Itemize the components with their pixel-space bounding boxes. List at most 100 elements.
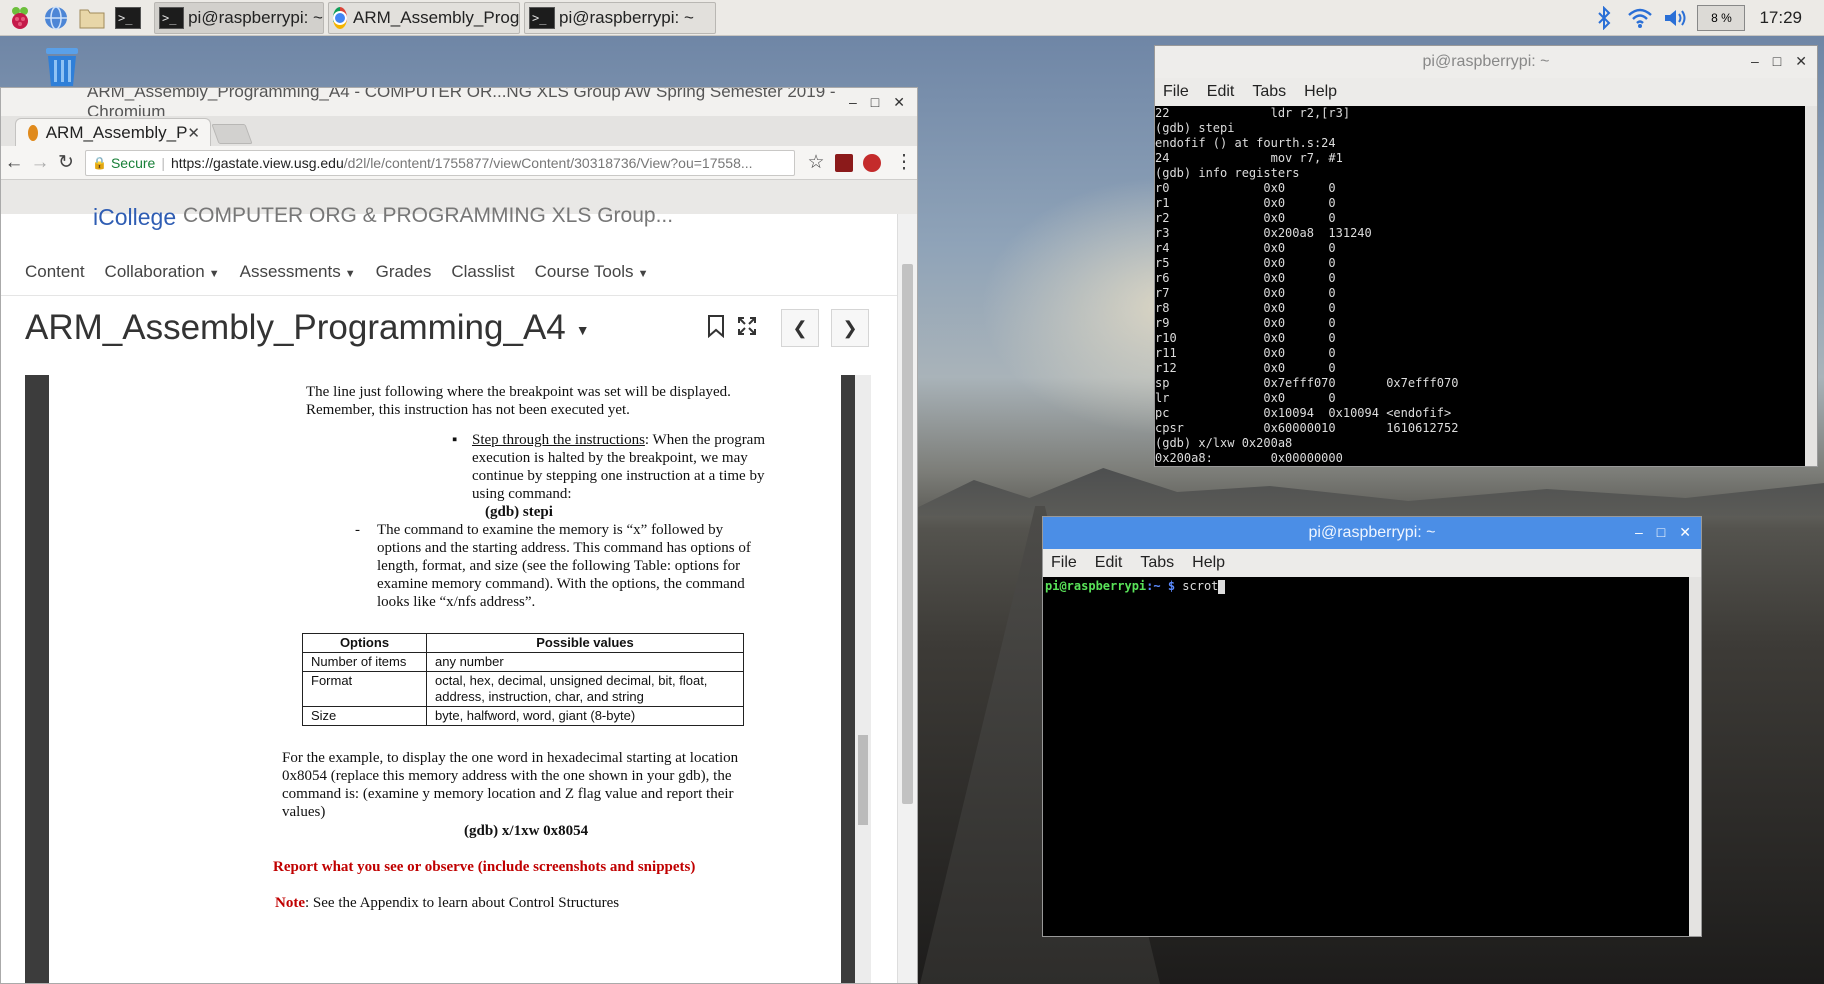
terminal-titlebar[interactable]: pi@raspberrypi: ~ – □ ✕ <box>1155 46 1817 78</box>
nav-assessments[interactable]: Assessments ▼ <box>240 262 356 282</box>
chromium-titlebar[interactable]: ARM_Assembly_Programming_A4 - COMPUTER O… <box>1 88 917 121</box>
menu-tabs[interactable]: Tabs <box>1140 554 1174 572</box>
example-line: values) <box>282 804 326 820</box>
terminal-window-active: pi@raspberrypi: ~ – □ ✕ File Edit Tabs H… <box>1042 516 1702 937</box>
terminal-line: r10 0x0 0 <box>1155 331 1336 345</box>
bullet-heading: Step through the instructions <box>472 432 645 448</box>
bluetooth-icon[interactable] <box>1589 3 1619 33</box>
scrollbar-thumb[interactable] <box>902 264 913 804</box>
reload-icon[interactable]: ↻ <box>53 151 79 174</box>
viewer-scrollbar[interactable] <box>855 375 871 983</box>
wifi-icon[interactable] <box>1625 3 1655 33</box>
taskbar-task-terminal-1[interactable]: >_ pi@raspberrypi: ~ <box>154 1 324 34</box>
file-manager-launcher-icon[interactable] <box>76 3 108 33</box>
prompt-path: :~ $ <box>1146 579 1176 593</box>
bookmark-icon[interactable] <box>707 314 725 343</box>
forward-icon[interactable]: → <box>27 152 53 174</box>
table-cell: Number of items <box>302 652 427 672</box>
menu-help[interactable]: Help <box>1192 554 1225 572</box>
maximize-icon[interactable]: □ <box>871 94 879 111</box>
terminal-scrollbar[interactable] <box>1689 577 1701 936</box>
command-input[interactable]: scrot <box>1175 579 1218 593</box>
icollege-logo[interactable]: iCollege <box>93 204 176 231</box>
terminal-line: r9 0x0 0 <box>1155 316 1336 330</box>
close-icon[interactable]: ✕ <box>893 94 905 111</box>
browser-tab[interactable]: ARM_Assembly_P ✕ <box>15 118 211 146</box>
bookmark-star-icon[interactable]: ☆ <box>803 151 829 174</box>
raspberry-menu-icon[interactable] <box>4 3 36 33</box>
examine-line: examine memory command). With the option… <box>377 576 745 592</box>
menu-file[interactable]: File <box>1163 83 1189 101</box>
document-page: The line just following where the breakp… <box>49 375 841 983</box>
ublock-icon[interactable] <box>863 153 881 172</box>
menu-kebab-icon[interactable]: ⋮ <box>891 151 917 174</box>
taskbar-task-chromium[interactable]: ARM_Assembly_Prog... <box>328 1 520 34</box>
terminal-output[interactable]: 22 ldr r2,[r3] (gdb) stepi endofif () at f… <box>1155 106 1805 466</box>
address-bar[interactable]: 🔒 Secure | https://gastate.view.usg.edu … <box>85 149 795 176</box>
menu-file[interactable]: File <box>1051 554 1077 572</box>
menu-edit[interactable]: Edit <box>1207 83 1235 101</box>
back-icon[interactable]: ← <box>1 152 27 174</box>
terminal-line: r3 0x200a8 131240 <box>1155 226 1372 240</box>
chevron-left-icon: ❮ <box>792 317 808 338</box>
close-tab-icon[interactable]: ✕ <box>187 124 200 142</box>
maximize-icon[interactable]: □ <box>1773 53 1781 70</box>
system-tray: 8 % 17:29 <box>1589 0 1824 36</box>
fullscreen-icon[interactable] <box>737 316 757 341</box>
menu-tabs[interactable]: Tabs <box>1252 83 1286 101</box>
volume-icon[interactable] <box>1661 3 1691 33</box>
page-scrollbar[interactable] <box>897 214 917 983</box>
page-title[interactable]: ARM_Assembly_Programming_A4 ▼ <box>25 308 590 348</box>
example-line: 0x8054 (replace this memory address with… <box>282 768 732 784</box>
new-tab-button[interactable] <box>211 124 253 144</box>
minimize-icon[interactable]: – <box>1751 53 1759 70</box>
scrollbar-thumb[interactable] <box>858 735 868 825</box>
options-table: Options Possible values Number of items … <box>302 633 744 726</box>
lock-icon: 🔒 <box>92 155 107 170</box>
nav-content[interactable]: Content <box>25 262 85 282</box>
terminal-menubar: File Edit Tabs Help <box>1155 78 1817 106</box>
chromium-icon <box>333 6 347 29</box>
close-icon[interactable]: ✕ <box>1795 53 1807 70</box>
table-cell: byte, halfword, word, giant (8-byte) <box>426 706 744 726</box>
clock[interactable]: 17:29 <box>1759 8 1802 28</box>
nav-course-tools[interactable]: Course Tools ▼ <box>535 262 649 282</box>
table-header: Options <box>302 633 427 653</box>
cpu-usage-monitor[interactable]: 8 % <box>1697 5 1746 31</box>
tab-strip: ARM_Assembly_P ✕ <box>1 116 917 146</box>
toolbar: ← → ↻ 🔒 Secure | https://gastate.view.us… <box>1 146 917 180</box>
trash-icon[interactable] <box>40 44 84 88</box>
menu-edit[interactable]: Edit <box>1095 554 1123 572</box>
stepi-command: (gdb) stepi <box>485 504 553 520</box>
terminal-output[interactable]: pi@raspberrypi:~ $ scrot <box>1043 577 1689 936</box>
terminal-scrollbar[interactable] <box>1805 106 1817 466</box>
document-viewer[interactable]: The line just following where the breakp… <box>25 375 871 983</box>
nav-collaboration[interactable]: Collaboration ▼ <box>105 262 220 282</box>
minimize-icon[interactable]: – <box>1635 524 1643 541</box>
taskbar-task-terminal-2[interactable]: >_ pi@raspberrypi: ~ <box>524 1 716 34</box>
intro-line: Remember, this instruction has not been … <box>306 402 630 418</box>
terminal-line: r12 0x0 0 <box>1155 361 1336 375</box>
terminal-line: r2 0x0 0 <box>1155 211 1336 225</box>
terminal-line: r11 0x0 0 <box>1155 346 1336 360</box>
terminal-launcher-icon[interactable]: >_ <box>112 3 144 33</box>
tab-title: ARM_Assembly_P <box>45 122 188 142</box>
course-title[interactable]: COMPUTER ORG & PROGRAMMING XLS Group... <box>183 204 673 228</box>
maximize-icon[interactable]: □ <box>1657 524 1665 541</box>
terminal-line: r0 0x0 0 <box>1155 181 1336 195</box>
nav-classlist[interactable]: Classlist <box>451 262 514 282</box>
minimize-icon[interactable]: – <box>849 94 857 111</box>
web-browser-launcher-icon[interactable] <box>40 3 72 33</box>
close-icon[interactable]: ✕ <box>1679 524 1691 541</box>
next-topic-button[interactable]: ❯ <box>831 309 869 347</box>
previous-topic-button[interactable]: ❮ <box>781 309 819 347</box>
bullet-line: execution is halted by the breakpoint, w… <box>472 450 748 466</box>
taskbar: >_ >_ pi@raspberrypi: ~ ARM_Assembly_Pro… <box>0 0 1824 36</box>
bullet-line: using command: <box>472 486 572 502</box>
terminal-line: lr 0x0 0 <box>1155 391 1336 405</box>
nav-grades[interactable]: Grades <box>376 262 432 282</box>
terminal-line: cpsr 0x60000010 1610612752 <box>1155 421 1459 435</box>
extension-icon[interactable] <box>835 153 853 172</box>
menu-help[interactable]: Help <box>1304 83 1337 101</box>
terminal-titlebar[interactable]: pi@raspberrypi: ~ – □ ✕ <box>1043 517 1701 549</box>
